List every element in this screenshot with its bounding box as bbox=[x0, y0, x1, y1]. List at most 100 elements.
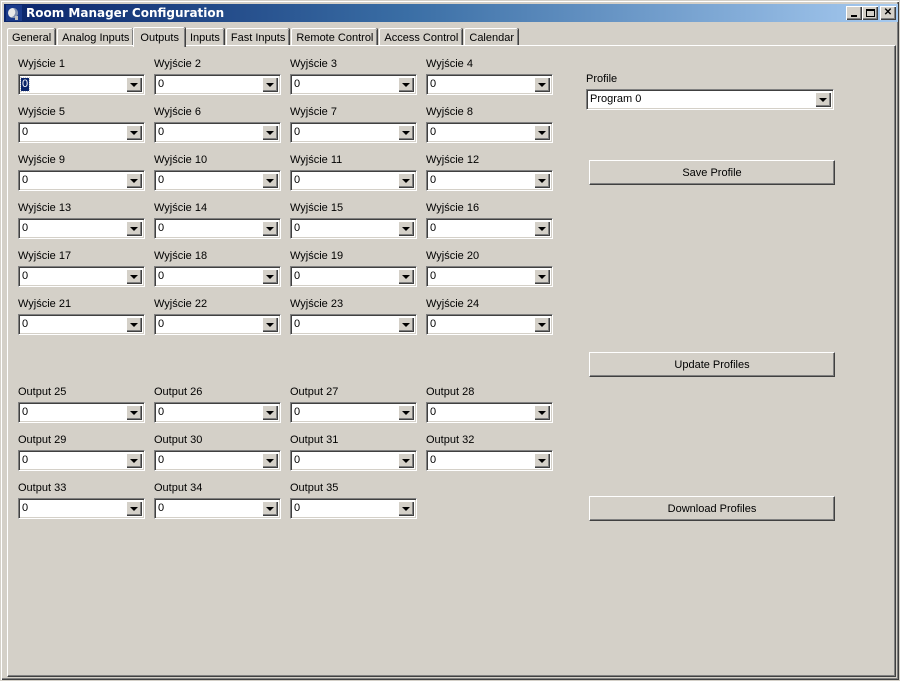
output-value: 0 bbox=[22, 126, 29, 138]
output-select[interactable]: 0 bbox=[154, 450, 281, 471]
chevron-down-icon[interactable] bbox=[126, 405, 142, 420]
output-select[interactable]: 0 bbox=[18, 266, 145, 287]
output-select[interactable]: 0 bbox=[426, 170, 553, 191]
chevron-down-icon[interactable] bbox=[398, 269, 414, 284]
chevron-down-icon[interactable] bbox=[126, 77, 142, 92]
chevron-down-icon[interactable] bbox=[534, 125, 550, 140]
output-select[interactable]: 0 bbox=[18, 450, 145, 471]
output-select[interactable]: 0 bbox=[154, 170, 281, 191]
chevron-down-icon[interactable] bbox=[126, 501, 142, 516]
output-label: Output 29 bbox=[18, 434, 67, 446]
chevron-down-icon[interactable] bbox=[398, 453, 414, 468]
chevron-down-icon[interactable] bbox=[126, 125, 142, 140]
tab-inputs[interactable]: Inputs bbox=[184, 28, 224, 46]
update-profiles-button[interactable]: Update Profiles bbox=[589, 352, 835, 377]
minimize-button[interactable] bbox=[846, 6, 862, 20]
chevron-down-icon[interactable] bbox=[534, 269, 550, 284]
output-select[interactable]: 0 bbox=[18, 314, 145, 335]
close-button[interactable]: ✕ bbox=[880, 6, 896, 20]
output-select[interactable]: 0 bbox=[290, 122, 417, 143]
output-select[interactable]: 0 bbox=[290, 498, 417, 519]
output-label: Output 26 bbox=[154, 386, 203, 398]
output-select[interactable]: 0 bbox=[290, 218, 417, 239]
satellite-dish-icon[interactable] bbox=[6, 5, 22, 21]
title-bar[interactable]: Room Manager Configuration ✕ bbox=[4, 4, 898, 22]
chevron-down-icon[interactable] bbox=[398, 173, 414, 188]
chevron-down-icon[interactable] bbox=[262, 269, 278, 284]
output-select[interactable]: 0 bbox=[426, 266, 553, 287]
chevron-down-icon[interactable] bbox=[262, 221, 278, 236]
output-field: Wyjście 11 0 bbox=[290, 154, 417, 191]
output-label: Wyjście 15 bbox=[290, 202, 344, 214]
profile-select[interactable]: Program 0 bbox=[586, 89, 834, 110]
chevron-down-icon[interactable] bbox=[262, 125, 278, 140]
chevron-down-icon[interactable] bbox=[262, 501, 278, 516]
output-field: Wyjście 6 0 bbox=[154, 106, 281, 143]
tab-calendar[interactable]: Calendar bbox=[464, 28, 519, 46]
tab-general[interactable]: General bbox=[7, 28, 56, 46]
output-select[interactable]: 0 bbox=[426, 450, 553, 471]
output-select[interactable]: 0 bbox=[154, 218, 281, 239]
chevron-down-icon[interactable] bbox=[126, 269, 142, 284]
chevron-down-icon[interactable] bbox=[398, 317, 414, 332]
output-select[interactable]: 0 bbox=[18, 122, 145, 143]
output-select[interactable]: 0 bbox=[426, 402, 553, 423]
output-select[interactable]: 0 bbox=[154, 402, 281, 423]
output-value: 0 bbox=[294, 318, 301, 330]
output-value: 0 bbox=[158, 222, 165, 234]
output-value: 0 bbox=[430, 78, 437, 90]
output-select[interactable]: 0 bbox=[290, 74, 417, 95]
chevron-down-icon[interactable] bbox=[262, 317, 278, 332]
chevron-down-icon[interactable] bbox=[398, 501, 414, 516]
output-select[interactable]: 0 bbox=[426, 314, 553, 335]
output-select[interactable]: 0 bbox=[426, 122, 553, 143]
chevron-down-icon[interactable] bbox=[126, 221, 142, 236]
save-profile-button[interactable]: Save Profile bbox=[589, 160, 835, 185]
tab-analog-inputs[interactable]: Analog Inputs bbox=[57, 28, 134, 46]
chevron-down-icon[interactable] bbox=[398, 125, 414, 140]
output-select[interactable]: 0 bbox=[290, 170, 417, 191]
chevron-down-icon[interactable] bbox=[398, 221, 414, 236]
output-select[interactable]: 0 bbox=[154, 498, 281, 519]
chevron-down-icon[interactable] bbox=[534, 453, 550, 468]
output-value: 0 bbox=[158, 174, 165, 186]
chevron-down-icon[interactable] bbox=[126, 317, 142, 332]
output-field: Wyjście 13 0 bbox=[18, 202, 145, 239]
output-select[interactable]: 0 bbox=[290, 266, 417, 287]
chevron-down-icon[interactable] bbox=[262, 405, 278, 420]
chevron-down-icon[interactable] bbox=[262, 173, 278, 188]
tab-access-control[interactable]: Access Control bbox=[379, 28, 463, 46]
tab-remote-control[interactable]: Remote Control bbox=[291, 28, 378, 46]
output-select[interactable]: 0 bbox=[290, 402, 417, 423]
output-select[interactable]: 0 bbox=[290, 314, 417, 335]
output-select[interactable]: 0 bbox=[154, 74, 281, 95]
chevron-down-icon[interactable] bbox=[534, 405, 550, 420]
tab-fast-inputs[interactable]: Fast Inputs bbox=[225, 28, 290, 46]
output-select[interactable]: 0 bbox=[154, 122, 281, 143]
chevron-down-icon[interactable] bbox=[126, 173, 142, 188]
output-select[interactable]: 0 bbox=[154, 314, 281, 335]
output-select[interactable]: 0 bbox=[18, 170, 145, 191]
tab-outputs[interactable]: Outputs bbox=[133, 27, 185, 47]
chevron-down-icon[interactable] bbox=[262, 453, 278, 468]
chevron-down-icon[interactable] bbox=[398, 77, 414, 92]
output-select[interactable]: 0 bbox=[18, 74, 145, 95]
chevron-down-icon[interactable] bbox=[534, 221, 550, 236]
chevron-down-icon[interactable] bbox=[534, 317, 550, 332]
chevron-down-icon[interactable] bbox=[398, 405, 414, 420]
output-select[interactable]: 0 bbox=[154, 266, 281, 287]
chevron-down-icon[interactable] bbox=[126, 453, 142, 468]
output-label: Wyjście 3 bbox=[290, 58, 337, 70]
chevron-down-icon[interactable] bbox=[815, 92, 831, 107]
output-select[interactable]: 0 bbox=[18, 498, 145, 519]
chevron-down-icon[interactable] bbox=[534, 173, 550, 188]
output-select[interactable]: 0 bbox=[426, 74, 553, 95]
output-select[interactable]: 0 bbox=[426, 218, 553, 239]
chevron-down-icon[interactable] bbox=[262, 77, 278, 92]
output-select[interactable]: 0 bbox=[290, 450, 417, 471]
download-profiles-button[interactable]: Download Profiles bbox=[589, 496, 835, 521]
maximize-button[interactable] bbox=[862, 6, 878, 20]
output-select[interactable]: 0 bbox=[18, 402, 145, 423]
chevron-down-icon[interactable] bbox=[534, 77, 550, 92]
output-select[interactable]: 0 bbox=[18, 218, 145, 239]
